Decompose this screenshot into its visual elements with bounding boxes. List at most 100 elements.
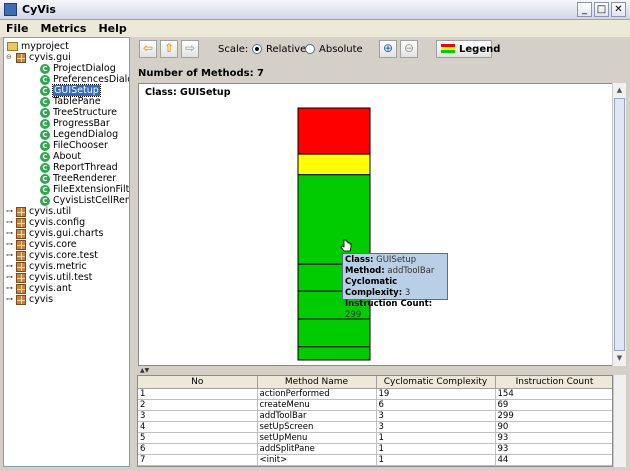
tree-item-label: PreferencesDialog (53, 74, 129, 85)
maximize-button[interactable]: □ (594, 2, 609, 17)
horizontal-splitter[interactable]: ▲▼ (136, 367, 630, 375)
table-cell: 93 (495, 432, 612, 444)
tree-item-label: cyvis (29, 294, 54, 305)
chart-vertical-scrollbar[interactable]: ▲ ▼ (612, 83, 626, 366)
table-row[interactable]: 7 <init> 1 44 (138, 454, 612, 466)
menu-metrics[interactable]: Metrics (35, 20, 93, 35)
tree-item-label: cyvis.config (29, 217, 86, 228)
scroll-down-icon[interactable]: ▼ (614, 352, 625, 365)
column-header[interactable]: Cyclomatic Complexity (376, 376, 496, 389)
class-icon: C (40, 196, 50, 206)
table-cell: 6 (138, 443, 258, 455)
table-row[interactable]: 5 setUpMenu 1 93 (138, 432, 612, 444)
menu-help[interactable]: Help (92, 20, 132, 35)
table-row[interactable]: 2 createMenu 6 69 (138, 399, 612, 411)
relative-label[interactable]: Relative (266, 44, 306, 55)
table-cell: actionPerformed (257, 388, 377, 400)
menu-file[interactable]: File (0, 20, 35, 35)
column-header[interactable]: No (138, 376, 258, 389)
package-icon (16, 240, 26, 250)
table-cell: 69 (495, 399, 612, 411)
tree-item-label: cyvis.core.test (29, 250, 98, 261)
table-cell: 1 (376, 443, 496, 455)
tree-item-label: FileExtensionFilter (53, 184, 130, 195)
bar-segment-actionPerformed[interactable] (297, 107, 371, 155)
table-cell: setUpScreen (257, 421, 377, 433)
legend-button[interactable]: Legend (436, 40, 500, 58)
class-icon: C (40, 97, 50, 107)
title-bar: CyVis _ □ ✕ (0, 0, 630, 20)
table-cell: 19 (376, 388, 496, 400)
expand-handle-icon[interactable]: ⊶ (6, 285, 13, 292)
split-arrows-icon[interactable]: ▲▼ (140, 367, 149, 374)
class-icon: C (40, 130, 50, 140)
scroll-up-icon[interactable]: ▲ (614, 84, 625, 97)
close-button[interactable]: ✕ (611, 2, 626, 17)
tree-item-label: GUISetup (52, 84, 101, 97)
package-icon (16, 207, 26, 217)
methods-table[interactable]: No Method Name Cyclomatic Complexity Instru… (137, 375, 613, 467)
method-count: Number of Methods: 7 (138, 68, 265, 79)
table-row[interactable]: 6 addSplitPane 1 93 (138, 443, 612, 455)
folder-icon (7, 42, 18, 51)
table-cell: 3 (376, 421, 496, 433)
class-icon: C (40, 185, 50, 195)
tree-item-label: ProgressBar (53, 118, 110, 129)
app-icon (4, 3, 17, 16)
expand-handle-icon[interactable]: ⊶ (6, 241, 13, 248)
table-cell: 7 (138, 454, 258, 466)
expand-handle-icon[interactable]: ⊶ (6, 252, 13, 259)
table-cell: 5 (138, 432, 258, 444)
collapse-handle-icon[interactable]: ⊖ (6, 54, 13, 61)
tree-item-label: TreeStructure (53, 107, 117, 118)
relative-radio[interactable] (252, 44, 262, 54)
absolute-label[interactable]: Absolute (319, 44, 363, 55)
menu-bar: File Metrics Help (0, 20, 630, 37)
back-arrow-button[interactable]: ⇦ (139, 40, 157, 58)
bar-segment-addSplitPane[interactable] (297, 318, 371, 348)
up-arrow-button[interactable]: ⇧ (160, 40, 178, 58)
package-icon (16, 284, 26, 294)
forward-arrow-button[interactable]: ⇨ (181, 40, 199, 58)
tree-item-label: About (53, 151, 82, 162)
expand-handle-icon[interactable]: ⊶ (6, 263, 13, 270)
expand-handle-icon[interactable]: ⊶ (6, 208, 13, 215)
zoom-in-icon[interactable]: ⊕ (379, 40, 397, 58)
tree-item-label: CyvisListCellRender (53, 195, 130, 206)
legend-label: Legend (459, 44, 501, 55)
table-row[interactable]: 3 addToolBar 3 299 (138, 410, 612, 422)
tree-item-label: cyvis.util (29, 206, 72, 217)
table-cell: 1 (138, 388, 258, 400)
table-cell: 1 (376, 432, 496, 444)
table-cell: 1 (376, 454, 496, 466)
table-row[interactable]: 1 actionPerformed 19 154 (138, 388, 612, 400)
zoom-out-icon[interactable]: ⊖ (400, 40, 418, 58)
class-icon: C (40, 108, 50, 118)
table-vertical-scrollbar[interactable] (613, 375, 626, 467)
table-cell: 4 (138, 421, 258, 433)
vertical-splitter[interactable] (131, 37, 136, 467)
expand-handle-icon[interactable]: ⊶ (6, 274, 13, 281)
column-header[interactable]: Instruction Count (495, 376, 612, 389)
scroll-thumb[interactable] (614, 98, 625, 351)
project-tree[interactable]: myproject ⊖ cyvis.gui C ProjectDialog C Prefe… (3, 37, 130, 467)
bar-segment-init[interactable] (297, 346, 371, 361)
table-cell: 93 (495, 443, 612, 455)
minimize-button[interactable]: _ (577, 2, 592, 17)
expand-handle-icon[interactable]: ⊶ (6, 230, 13, 237)
bar-segment-addToolBar[interactable] (297, 174, 371, 265)
expand-handle-icon[interactable]: ⊶ (6, 219, 13, 226)
stacked-bar-chart (297, 107, 371, 361)
class-icon: C (40, 119, 50, 129)
tree-item-label: cyvis.metric (29, 261, 87, 272)
absolute-radio[interactable] (305, 44, 315, 54)
expand-handle-icon[interactable]: ⊶ (6, 296, 13, 303)
package-icon (16, 229, 26, 239)
table-cell: 6 (376, 399, 496, 411)
table-row[interactable]: 4 setUpScreen 3 90 (138, 421, 612, 433)
class-icon: C (40, 152, 50, 162)
table-cell: 3 (138, 410, 258, 422)
bar-segment-createMenu[interactable] (297, 153, 371, 176)
package-icon (16, 218, 26, 228)
column-header[interactable]: Method Name (257, 376, 377, 389)
